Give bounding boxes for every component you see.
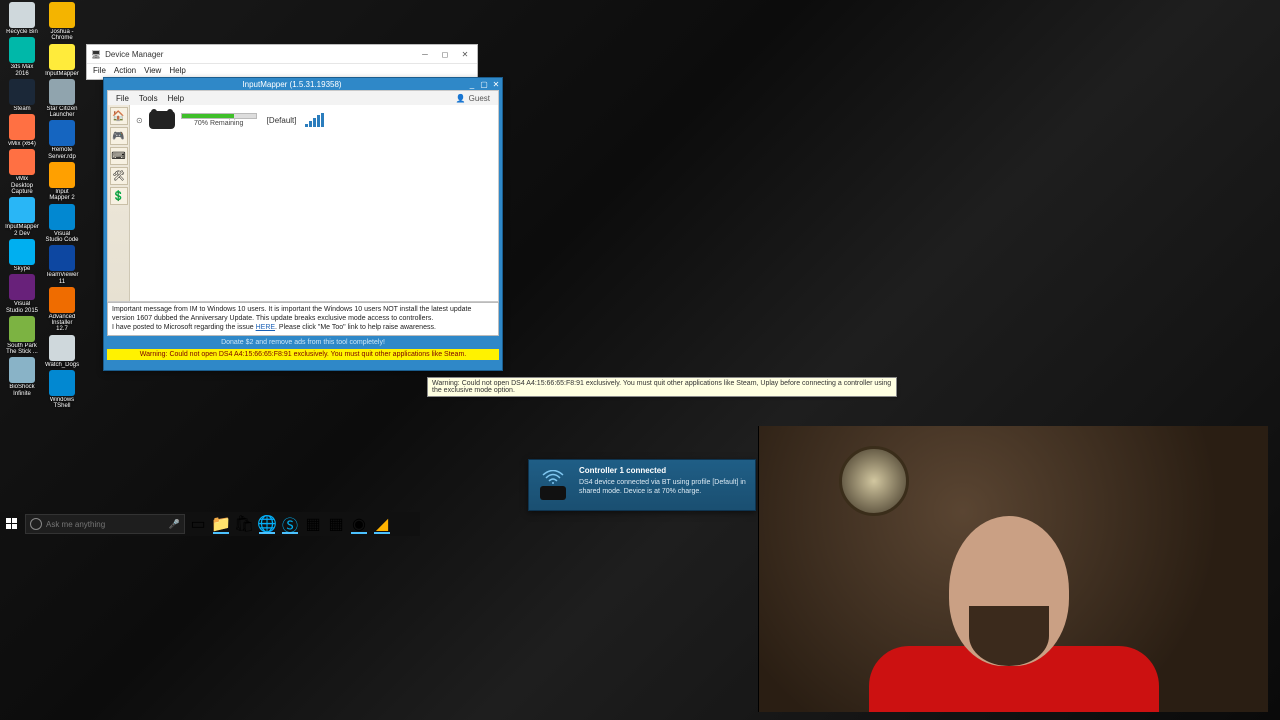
- device-manager-window[interactable]: 🖥 Device Manager ─ ◻ ✕ File Action View Hel…: [86, 44, 478, 80]
- menu-help[interactable]: Help: [168, 94, 184, 103]
- warning-tooltip: Warning: Could not open DS4 A4:15:66:65:…: [427, 377, 897, 397]
- desktop-icon[interactable]: Windows TShell: [44, 370, 80, 410]
- warning-banner: Warning: Could not open DS4 A4:15:66:65:…: [107, 349, 499, 360]
- desktop-icon[interactable]: vMix Desktop Capture: [4, 149, 40, 195]
- toast-title: Controller 1 connected: [579, 466, 749, 476]
- sidebar-macros-button[interactable]: ⌨: [110, 147, 128, 165]
- taskbar-store[interactable]: 🛍: [234, 514, 254, 534]
- user-guest[interactable]: 👤 Guest: [456, 94, 490, 103]
- desktop-icon[interactable]: vMix (x64): [4, 114, 40, 147]
- content-area: ⊙ 70% Remaining [Default]: [130, 105, 498, 301]
- signal-icon: [305, 113, 324, 127]
- desktop-icon[interactable]: BioShock Infinite: [4, 357, 40, 397]
- desktop-icon[interactable]: Watch_Dogs: [44, 335, 80, 368]
- start-button[interactable]: [2, 514, 22, 534]
- sidebar-settings-button[interactable]: 🛠: [110, 167, 128, 185]
- app-icon: 🖥: [91, 50, 101, 59]
- taskbar-app2[interactable]: ▦: [326, 514, 346, 534]
- taskbar-app1[interactable]: ▦: [303, 514, 323, 534]
- cortana-icon: [30, 518, 42, 530]
- chevron-expand-icon[interactable]: ⊙: [136, 116, 143, 125]
- desktop-icons: Recycle Bin3ds Max 2016SteamvMix (x64)vM…: [4, 2, 80, 410]
- search-input[interactable]: [46, 520, 165, 529]
- announcement-line2b: . Please click "Me Too" link to help rai…: [275, 324, 436, 331]
- sidebar-home-button[interactable]: 🏠: [110, 107, 128, 125]
- webcam-overlay: [758, 426, 1268, 712]
- minimize-button[interactable]: ─: [417, 50, 433, 59]
- announcement-box: Important message from IM to Windows 10 …: [107, 302, 499, 336]
- sidebar-controllers-button[interactable]: 🎮: [110, 127, 128, 145]
- announcement-line1: Important message from IM to Windows 10 …: [112, 306, 471, 322]
- desktop-icon[interactable]: South Park The Stick ...: [4, 316, 40, 356]
- device-row[interactable]: ⊙ 70% Remaining [Default]: [136, 111, 492, 129]
- taskbar-chrome[interactable]: 🌐: [257, 514, 277, 534]
- desktop-icon[interactable]: Visual Studio 2015: [4, 274, 40, 314]
- desktop-icon[interactable]: InputMapper 2 Dev: [4, 197, 40, 237]
- battery-label: 70% Remaining: [194, 120, 243, 127]
- taskbar-file-explorer[interactable]: 📁: [211, 514, 231, 534]
- profile-label[interactable]: [Default]: [267, 116, 297, 125]
- mic-icon[interactable]: 🎤: [169, 519, 180, 530]
- cortana-search[interactable]: 🎤: [25, 514, 185, 534]
- taskbar-skype[interactable]: Ⓢ: [280, 514, 300, 534]
- desktop-icon[interactable]: Star Citizen Launcher: [44, 79, 80, 119]
- inputmapper-window[interactable]: InputMapper (1.5.31.19358) _ ▢ ✕ File To…: [103, 77, 503, 371]
- desktop-icon[interactable]: Skype: [4, 239, 40, 272]
- taskbar-steam[interactable]: ◉: [349, 514, 369, 534]
- taskbar: 🎤 ▭ 📁 🛍 🌐 Ⓢ ▦ ▦ ◉ ◢: [0, 512, 420, 536]
- menu-tools[interactable]: Tools: [139, 94, 158, 103]
- menu-help[interactable]: Help: [169, 66, 185, 75]
- window-title: InputMapper (1.5.31.19358): [118, 80, 466, 89]
- maximize-button[interactable]: ▢: [478, 78, 490, 90]
- desktop-icon[interactable]: Remote Server.rdp: [44, 120, 80, 160]
- donate-banner[interactable]: Donate $2 and remove ads from this tool …: [104, 336, 502, 349]
- menu-file[interactable]: File: [93, 66, 106, 75]
- controller-icon: [540, 486, 566, 500]
- user-label: Guest: [469, 94, 490, 103]
- desktop-icon[interactable]: TeamViewer 11: [44, 245, 80, 285]
- controller-icon: [149, 111, 175, 129]
- desktop-icon[interactable]: 3ds Max 2016: [4, 37, 40, 77]
- window-title: Device Manager: [105, 50, 163, 59]
- minimize-button[interactable]: _: [466, 78, 478, 90]
- toast-body: DS4 device connected via BT using profil…: [579, 478, 749, 496]
- menu-file[interactable]: File: [116, 94, 129, 103]
- desktop-icon[interactable]: Joshua - Chrome: [44, 2, 80, 42]
- battery-bar: [181, 113, 257, 119]
- desktop-icon[interactable]: Steam: [4, 79, 40, 112]
- windows-icon: [6, 518, 18, 530]
- announcement-link[interactable]: HERE: [256, 324, 275, 331]
- maximize-button[interactable]: ◻: [437, 50, 453, 59]
- desktop-icon[interactable]: Input Mapper 2: [44, 162, 80, 202]
- desktop-icon[interactable]: InputMapper: [44, 44, 80, 77]
- desktop-icon[interactable]: Advanced Installer 12.7: [44, 287, 80, 333]
- desktop-icon[interactable]: Visual Studio Code: [44, 204, 80, 244]
- sidebar: 🏠 🎮 ⌨ 🛠 💲: [108, 105, 130, 301]
- sidebar-donate-button[interactable]: 💲: [110, 187, 128, 205]
- desktop-icon[interactable]: Recycle Bin: [4, 2, 40, 35]
- user-icon: 👤: [456, 94, 466, 103]
- close-button[interactable]: ✕: [490, 78, 502, 90]
- menu-view[interactable]: View: [144, 66, 161, 75]
- wifi-icon: [542, 470, 564, 484]
- controller-connected-toast[interactable]: Controller 1 connected DS4 device connec…: [528, 459, 756, 511]
- menu-action[interactable]: Action: [114, 66, 136, 75]
- close-button[interactable]: ✕: [457, 50, 473, 59]
- task-view-button[interactable]: ▭: [188, 514, 208, 534]
- taskbar-inputmapper[interactable]: ◢: [372, 514, 392, 534]
- announcement-line2a: I have posted to Microsoft regarding the…: [112, 324, 256, 331]
